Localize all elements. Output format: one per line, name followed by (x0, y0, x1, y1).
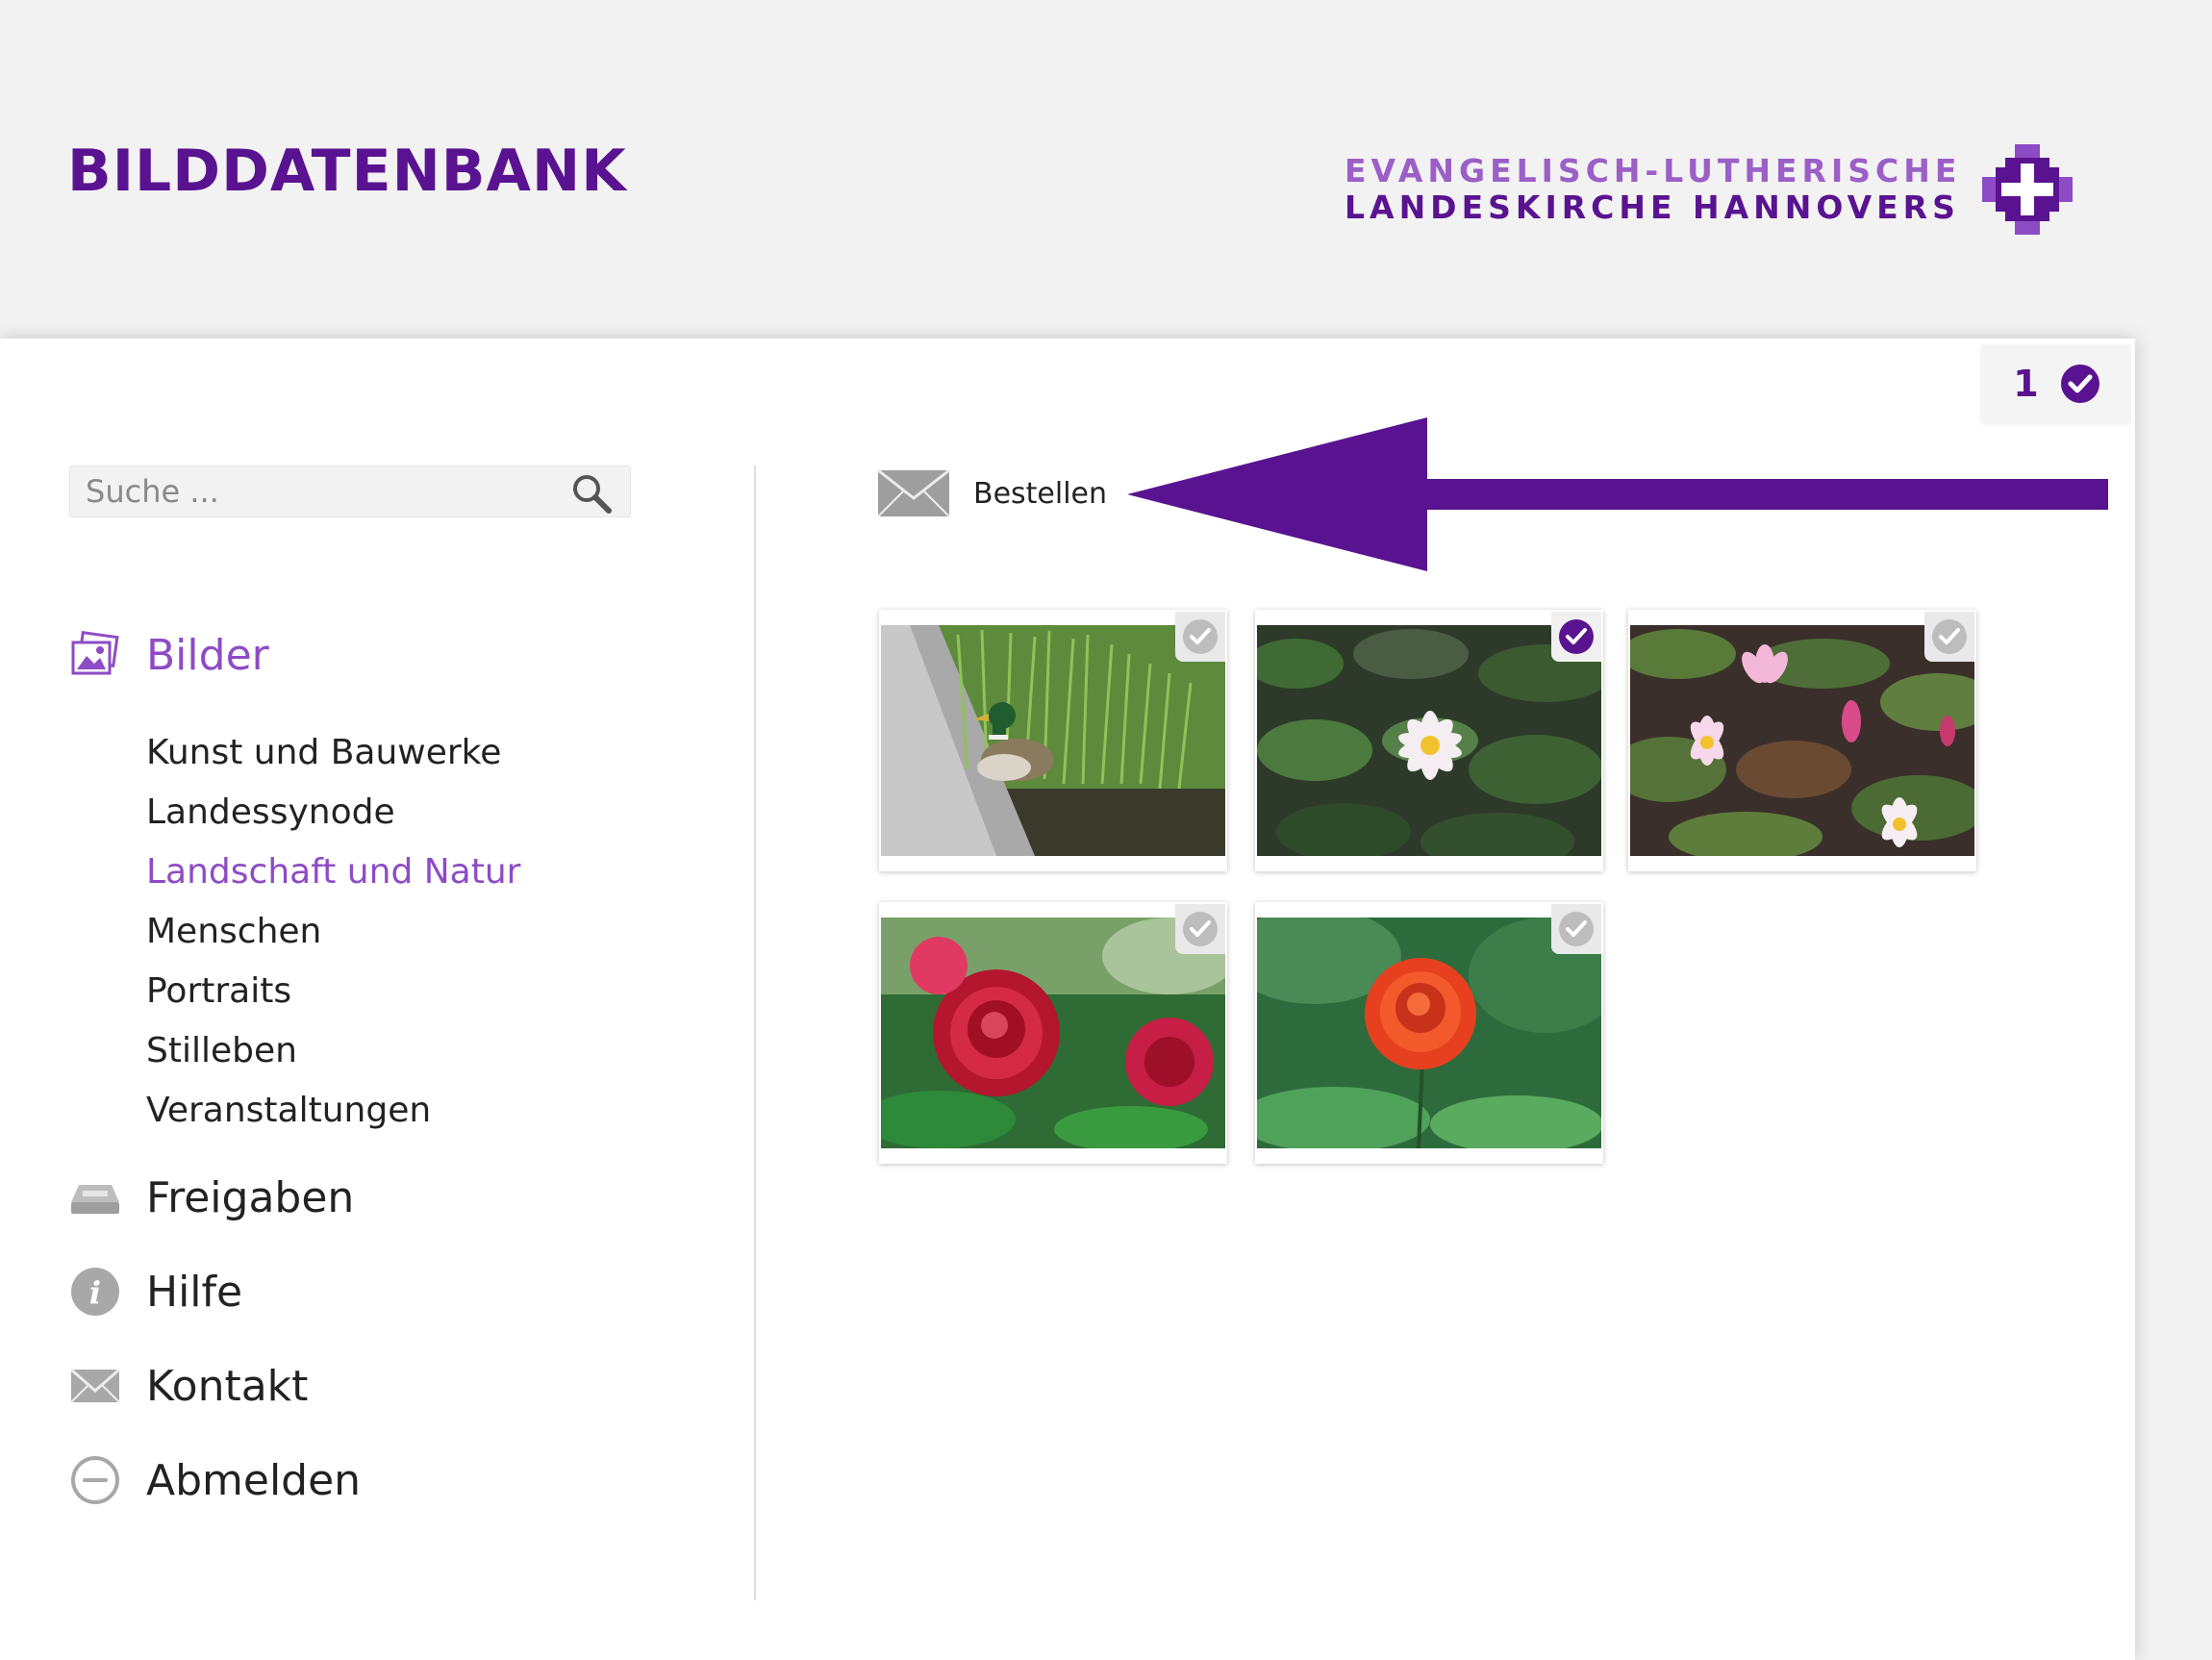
gallery-item-duck[interactable] (879, 610, 1227, 871)
brand-line-1: EVANGELISCH-LUTHERISCHE (1345, 152, 1962, 189)
photo-water-lilies (1630, 625, 1974, 856)
select-toggle[interactable] (1551, 612, 1601, 662)
brand-text: EVANGELISCH-LUTHERISCHE LANDESKIRCHE HAN… (1345, 153, 1961, 226)
select-toggle[interactable] (1924, 612, 1974, 662)
nav-images[interactable]: Bilder (69, 629, 269, 681)
nav-freigaben-label: Freigaben (146, 1172, 355, 1222)
brand-line-2: LANDESKIRCHE HANNOVERS (1345, 189, 1960, 226)
photo-red-roses (881, 918, 1225, 1148)
check-circle-icon (1559, 619, 1594, 654)
nav-abmelden-label: Abmelden (146, 1455, 362, 1505)
photo-orange-rose (1257, 918, 1601, 1148)
category-item-veranstaltungen[interactable]: Veranstaltungen (146, 1081, 520, 1141)
nav-abmelden[interactable]: Abmelden (69, 1454, 361, 1506)
check-circle-icon (1183, 619, 1218, 654)
category-item-portraits[interactable]: Portraits (146, 962, 520, 1021)
sidebar-divider (754, 465, 756, 1600)
search-icon[interactable] (570, 472, 613, 515)
category-item-landschaft[interactable]: Landschaft und Natur (146, 843, 520, 902)
images-icon (71, 630, 119, 675)
cross-logo-icon (1982, 144, 2074, 235)
main-panel: 1 Bilder Kunst und Bauwerke Landessynode… (0, 339, 2135, 1660)
photo-water-lily (1257, 625, 1601, 856)
info-icon: i (71, 1268, 119, 1316)
nav-freigaben[interactable]: Freigaben (69, 1171, 354, 1223)
nav-images-label: Bilder (146, 630, 269, 680)
gallery-item-red-roses[interactable] (879, 902, 1227, 1164)
gallery-item-water-lilies[interactable] (1628, 610, 1976, 871)
category-item-kunst[interactable]: Kunst und Bauwerke (146, 723, 520, 783)
check-circle-icon (1559, 912, 1594, 946)
photo-duck (881, 625, 1225, 856)
brand[interactable]: EVANGELISCH-LUTHERISCHE LANDESKIRCHE HAN… (1345, 144, 2074, 235)
selection-counter[interactable]: 1 (1982, 344, 2131, 423)
envelope-icon (877, 469, 950, 517)
select-toggle[interactable] (1175, 904, 1225, 954)
gallery-item-orange-rose[interactable] (1255, 902, 1603, 1164)
svg-text:i: i (89, 1274, 101, 1311)
select-toggle[interactable] (1175, 612, 1225, 662)
search-box (69, 465, 631, 517)
check-circle-icon (1183, 912, 1218, 946)
nav-hilfe[interactable]: i Hilfe (69, 1266, 242, 1318)
order-label: Bestellen (973, 476, 1108, 511)
category-item-stilleben[interactable]: Stilleben (146, 1021, 520, 1081)
logout-minus-icon (71, 1456, 119, 1504)
nav-kontakt-label: Kontakt (146, 1361, 309, 1411)
site-title[interactable]: BILDDATENBANK (67, 138, 627, 205)
selection-count: 1 (2013, 363, 2039, 405)
order-button[interactable]: Bestellen (877, 469, 1107, 517)
check-circle-icon (2060, 365, 2099, 403)
gallery-item-water-lily[interactable] (1255, 610, 1603, 871)
check-circle-icon (1932, 619, 1967, 654)
arrow-annotation (1127, 417, 2108, 571)
inbox-tray-icon (71, 1185, 119, 1214)
category-item-menschen[interactable]: Menschen (146, 902, 520, 962)
envelope-icon (70, 1368, 120, 1403)
category-item-landessynode[interactable]: Landessynode (146, 783, 520, 843)
nav-hilfe-label: Hilfe (146, 1267, 243, 1317)
search-input[interactable] (70, 472, 568, 511)
nav-kontakt[interactable]: Kontakt (69, 1360, 308, 1412)
select-toggle[interactable] (1551, 904, 1601, 954)
category-list: Kunst und Bauwerke Landessynode Landscha… (146, 723, 520, 1141)
